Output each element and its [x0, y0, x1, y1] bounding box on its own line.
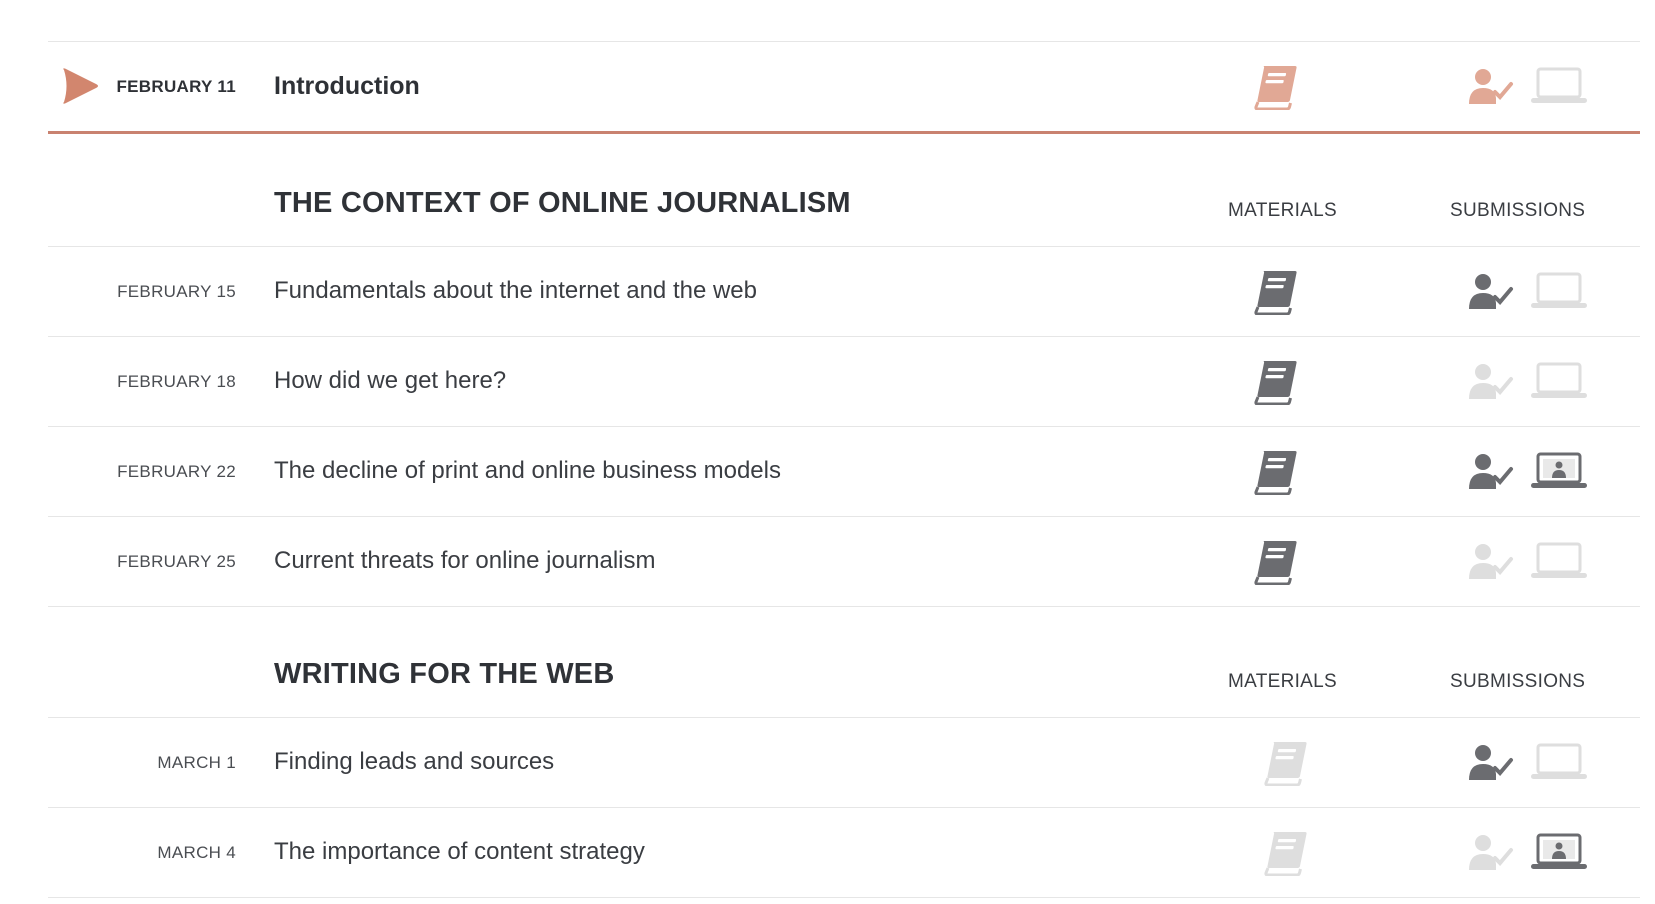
- row-divider: [48, 606, 1640, 607]
- section-header: WRITING FOR THE WEB MATERIALS SUBMISSION…: [0, 651, 1655, 711]
- laptop-icon[interactable]: [1531, 362, 1587, 400]
- book-icon[interactable]: [1261, 830, 1309, 876]
- row-divider: [48, 897, 1640, 898]
- person-check-icon[interactable]: [1469, 744, 1515, 782]
- submissions-header: SUBMISSIONS: [1450, 200, 1586, 221]
- lesson-title[interactable]: How did we get here?: [274, 367, 506, 395]
- lesson-title[interactable]: The importance of content strategy: [274, 838, 645, 866]
- lesson-row[interactable]: MARCH 1 Finding leads and sources: [0, 718, 1655, 808]
- laptop-icon[interactable]: [1531, 542, 1587, 580]
- book-icon[interactable]: [1251, 64, 1299, 110]
- section-title: WRITING FOR THE WEB: [274, 658, 615, 690]
- lesson-title[interactable]: Finding leads and sources: [274, 748, 554, 776]
- lesson-date: MARCH 1: [157, 753, 236, 772]
- book-icon[interactable]: [1251, 539, 1299, 585]
- section-header: THE CONTEXT OF ONLINE JOURNALISM MATERIA…: [0, 180, 1655, 240]
- lesson-title[interactable]: Fundamentals about the internet and the …: [274, 277, 757, 305]
- lesson-date: FEBRUARY 25: [117, 552, 236, 571]
- lesson-date: MARCH 4: [157, 843, 236, 862]
- lesson-row[interactable]: MARCH 4 The importance of content strate…: [0, 808, 1655, 898]
- current-lesson-row[interactable]: FEBRUARY 11 Introduction: [0, 42, 1655, 130]
- book-icon[interactable]: [1261, 740, 1309, 786]
- laptop-icon[interactable]: [1531, 452, 1587, 490]
- lesson-title[interactable]: Introduction: [274, 72, 420, 101]
- book-icon[interactable]: [1251, 269, 1299, 315]
- person-check-icon[interactable]: [1469, 273, 1515, 311]
- lesson-row[interactable]: FEBRUARY 22 The decline of print and onl…: [0, 427, 1655, 517]
- materials-header: MATERIALS: [1228, 200, 1337, 221]
- lesson-row[interactable]: FEBRUARY 18 How did we get here?: [0, 337, 1655, 427]
- lesson-row[interactable]: FEBRUARY 25 Current threats for online j…: [0, 517, 1655, 607]
- materials-header: MATERIALS: [1228, 671, 1337, 692]
- lesson-title[interactable]: The decline of print and online business…: [274, 457, 781, 485]
- person-check-icon[interactable]: [1469, 543, 1515, 581]
- book-icon[interactable]: [1251, 449, 1299, 495]
- person-check-icon[interactable]: [1469, 68, 1515, 106]
- person-check-icon[interactable]: [1469, 363, 1515, 401]
- person-check-icon[interactable]: [1469, 834, 1515, 872]
- lesson-date: FEBRUARY 15: [117, 282, 236, 301]
- person-check-icon[interactable]: [1469, 453, 1515, 491]
- laptop-icon[interactable]: [1531, 67, 1587, 105]
- submissions-header: SUBMISSIONS: [1450, 671, 1586, 692]
- play-icon[interactable]: [60, 66, 100, 111]
- laptop-icon[interactable]: [1531, 743, 1587, 781]
- lesson-title[interactable]: Current threats for online journalism: [274, 547, 656, 575]
- current-lesson-divider: [48, 131, 1640, 134]
- lesson-date: FEBRUARY 18: [117, 372, 236, 391]
- laptop-icon[interactable]: [1531, 833, 1587, 871]
- lesson-row[interactable]: FEBRUARY 15 Fundamentals about the inter…: [0, 247, 1655, 337]
- section-title: THE CONTEXT OF ONLINE JOURNALISM: [274, 187, 851, 219]
- laptop-icon[interactable]: [1531, 272, 1587, 310]
- book-icon[interactable]: [1251, 359, 1299, 405]
- lesson-date: FEBRUARY 11: [116, 77, 236, 96]
- lesson-date: FEBRUARY 22: [117, 462, 236, 481]
